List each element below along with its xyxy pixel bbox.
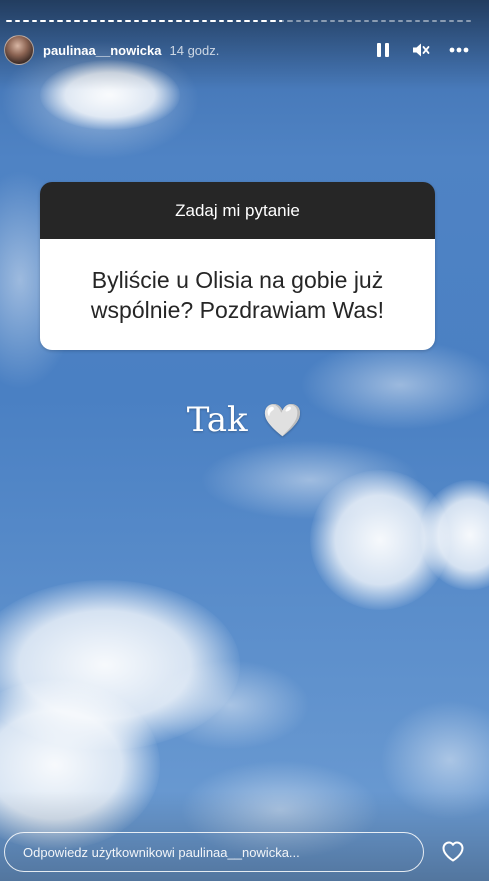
story-viewer[interactable]: paulinaa__nowicka 14 godz. Zadaj mi pyta… (0, 0, 489, 881)
reply-placeholder: Odpowiedz użytkownikowi paulinaa__nowick… (23, 844, 300, 860)
progress-segment (414, 20, 421, 22)
heart-icon[interactable] (438, 836, 468, 866)
progress-segment (14, 20, 21, 22)
progress-segment (312, 20, 319, 22)
progress-segment (184, 20, 191, 22)
progress-segment (440, 20, 446, 22)
progress-segment (142, 20, 148, 22)
progress-segment (125, 20, 131, 22)
progress-segment (218, 20, 225, 22)
cloud (150, 660, 310, 750)
answer-text-block: Tak 🤍 (0, 400, 489, 440)
progress-segment (176, 20, 182, 22)
progress-segment (227, 20, 233, 22)
story-controls (371, 38, 471, 62)
reply-input[interactable]: Odpowiedz użytkownikowi paulinaa__nowick… (4, 832, 424, 872)
progress-segment (235, 20, 242, 22)
progress-segment (48, 20, 55, 22)
progress-segment (465, 20, 472, 22)
progress-segment (65, 20, 72, 22)
progress-segment (363, 20, 370, 22)
avatar[interactable] (4, 35, 34, 65)
progress-segment (210, 20, 216, 22)
more-icon[interactable] (447, 38, 471, 62)
progress-segment (6, 20, 12, 22)
progress-segment (133, 20, 140, 22)
progress-segment (397, 20, 404, 22)
pause-icon[interactable] (371, 38, 395, 62)
progress-segment (150, 20, 157, 22)
progress-segment (261, 20, 267, 22)
progress-segment (244, 20, 250, 22)
story-header: paulinaa__nowicka 14 godz. (4, 34, 471, 66)
progress-segment (252, 20, 259, 22)
progress-segment (406, 20, 412, 22)
progress-segment (40, 20, 46, 22)
progress-segment (57, 20, 63, 22)
progress-segment (321, 20, 327, 22)
progress-segment (278, 20, 285, 22)
progress-segment (159, 20, 165, 22)
username[interactable]: paulinaa__nowicka (43, 43, 162, 58)
progress-segment (338, 20, 344, 22)
question-sticker[interactable]: Zadaj mi pytanie Byliście u Olisia na go… (40, 182, 435, 350)
progress-segment (457, 20, 463, 22)
progress-segment (269, 20, 276, 22)
progress-segment (167, 20, 174, 22)
progress-segment (74, 20, 80, 22)
progress-segment (423, 20, 429, 22)
progress-segment (372, 20, 378, 22)
mute-icon[interactable] (409, 38, 433, 62)
progress-segment (295, 20, 302, 22)
progress-segment (355, 20, 361, 22)
progress-segment (448, 20, 455, 22)
progress-segment (91, 20, 97, 22)
progress-segment (82, 20, 89, 22)
question-sticker-title: Zadaj mi pytanie (40, 182, 435, 239)
progress-segment (116, 20, 123, 22)
progress-segment (31, 20, 38, 22)
progress-segment (304, 20, 310, 22)
question-text: Byliście u Olisia na gobie już wspólnie?… (40, 239, 435, 350)
progress-segment (329, 20, 336, 22)
white-heart-emoji: 🤍 (262, 401, 303, 439)
progress-segment (201, 20, 208, 22)
story-progress (6, 20, 472, 22)
progress-segment (99, 20, 106, 22)
progress-segment (287, 20, 293, 22)
post-time: 14 godz. (169, 42, 220, 58)
progress-segment (108, 20, 114, 22)
progress-segment (431, 20, 438, 22)
progress-segment (23, 20, 29, 22)
progress-segment (193, 20, 199, 22)
progress-segment (389, 20, 395, 22)
progress-segment (346, 20, 353, 22)
progress-segment (380, 20, 387, 22)
answer-text: Tak (186, 400, 248, 440)
